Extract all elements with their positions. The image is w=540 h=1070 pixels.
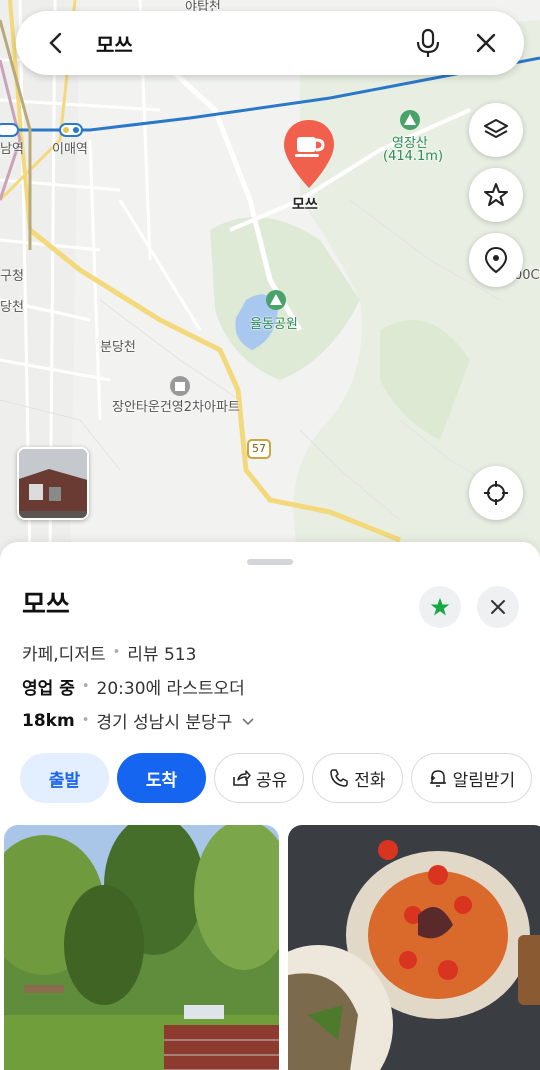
favorite-button[interactable]: [419, 586, 461, 628]
saved-places-button[interactable]: [469, 233, 523, 287]
map-label-station-imae: 이매역: [52, 142, 88, 157]
place-thumbnail[interactable]: [17, 447, 89, 520]
call-button[interactable]: 전화: [312, 753, 403, 803]
action-buttons: 출발 도착 공유 전화 알림받기: [20, 753, 533, 803]
address: 경기 성남시 분당구: [96, 713, 233, 733]
map-label-stream: 분당천: [100, 340, 136, 355]
map-label-stream-edge: 당천: [0, 300, 24, 315]
notify-label: 알림받기: [452, 770, 516, 791]
call-label: 전화: [354, 770, 386, 791]
thumbnail-image: [19, 449, 87, 518]
close-icon: [491, 600, 505, 614]
location-pin-icon: [484, 246, 508, 274]
photo-garden[interactable]: [4, 825, 279, 1070]
notify-button[interactable]: 알림받기: [410, 753, 533, 803]
distance: 18km: [22, 710, 75, 731]
address-line[interactable]: 18km • 경기 성남시 분당구: [22, 708, 256, 733]
photo-food[interactable]: [288, 825, 540, 1070]
map-label-park: 율동공원: [250, 317, 298, 332]
search-bar[interactable]: 모쓰: [16, 11, 524, 75]
star-outline-icon: [484, 183, 508, 206]
place-detail-sheet[interactable]: 모쓰 카페,디저트 • 리뷰 513 영업 중 • 20:30에 라스트오더 1…: [0, 542, 540, 1070]
route-number: 57: [252, 442, 266, 455]
close-sheet-button[interactable]: [477, 586, 519, 628]
map-label-station: 남역: [0, 142, 24, 157]
back-arrow-icon[interactable]: [38, 25, 74, 61]
category-line: 카페,디저트 • 리뷰 513: [22, 640, 196, 665]
star-filled-icon: [430, 597, 450, 616]
chevron-down-icon: [242, 717, 254, 725]
photo-carousel[interactable]: [4, 825, 540, 1070]
share-icon: [233, 770, 251, 786]
microphone-icon[interactable]: [410, 25, 446, 61]
open-status: 영업 중: [22, 679, 75, 699]
layers-button[interactable]: [469, 103, 523, 157]
hours-note: 20:30에 라스트오더: [96, 679, 245, 699]
share-button[interactable]: 공유: [214, 753, 305, 803]
phone-icon: [330, 769, 349, 787]
place-title: 모쓰: [22, 590, 70, 620]
crosshair-icon: [484, 481, 508, 505]
search-query[interactable]: 모쓰: [96, 29, 410, 58]
bell-plus-icon: [429, 770, 446, 787]
review-count[interactable]: 리뷰 513: [127, 640, 196, 665]
cafe-pin-icon: [284, 120, 334, 188]
my-location-button[interactable]: [469, 466, 523, 520]
hours-line[interactable]: 영업 중 • 20:30에 라스트오더: [22, 674, 245, 699]
map-label-mountain-height: (414.1m): [383, 149, 444, 164]
category: 카페,디저트: [22, 645, 106, 665]
favorites-button[interactable]: [469, 168, 523, 222]
depart-button[interactable]: 출발: [20, 753, 109, 803]
map-view[interactable]: 야탑천 남역 이매역 영장산 (414.1m) 구청 당천 율동공원 분당천 장…: [0, 0, 540, 560]
drag-handle[interactable]: [247, 559, 293, 565]
arrive-button[interactable]: 도착: [117, 753, 206, 803]
food-photo-image: [288, 825, 540, 1070]
garden-photo-image: [4, 825, 279, 1070]
layers-icon: [484, 119, 508, 138]
pin-label: 모쓰: [292, 197, 318, 213]
map-label-district: 구청: [0, 269, 24, 284]
share-label: 공유: [256, 770, 288, 791]
close-icon[interactable]: [468, 25, 504, 61]
map-label-apartment: 장안타운건영2차아파트: [112, 400, 240, 415]
place-pin[interactable]: [282, 118, 336, 190]
